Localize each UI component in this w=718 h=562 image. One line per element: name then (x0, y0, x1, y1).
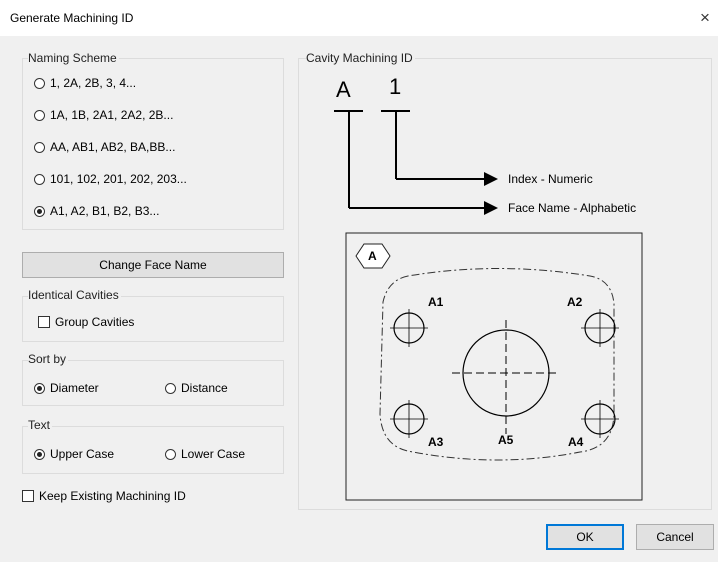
naming-option-3[interactable]: AA, AB1, AB2, BA,BB... (34, 139, 175, 155)
checkbox-icon (38, 316, 50, 328)
face-leader (334, 110, 488, 209)
index-arrow-head (484, 172, 498, 186)
naming-scheme-label: Naming Scheme (28, 51, 119, 65)
index-caption: Index - Numeric (508, 172, 593, 186)
title-bar: Generate Machining ID × (0, 0, 718, 36)
sort-diameter-label: Diameter (50, 381, 99, 395)
lower-case-radio[interactable]: Lower Case (165, 446, 245, 462)
face-caption: Face Name - Alphabetic (508, 201, 636, 215)
part-preview: A A1 A2 A3 A4 A5 (345, 232, 643, 501)
naming-option-2-label: 1A, 1B, 2A1, 2A2, 2B... (50, 108, 174, 122)
radio-icon (34, 173, 45, 185)
naming-option-4-label: 101, 102, 201, 202, 203... (50, 172, 187, 186)
index-digit: 1 (389, 74, 401, 99)
naming-option-1-label: 1, 2A, 2B, 3, 4... (50, 76, 137, 90)
hole-label-a1: A1 (428, 295, 444, 309)
lower-case-label: Lower Case (181, 447, 246, 461)
radio-icon (34, 77, 45, 89)
change-face-name-button[interactable]: Change Face Name (22, 252, 284, 278)
sort-diameter-radio[interactable]: Diameter (34, 380, 99, 396)
naming-option-5[interactable]: A1, A2, B1, B2, B3... (34, 203, 159, 219)
window-title: Generate Machining ID (10, 11, 134, 25)
identical-cavities-label: Identical Cavities (28, 288, 121, 302)
keep-existing-checkbox[interactable]: Keep Existing Machining ID (22, 488, 186, 504)
sort-distance-radio[interactable]: Distance (165, 380, 228, 396)
upper-case-radio[interactable]: Upper Case (34, 446, 114, 462)
naming-option-2[interactable]: 1A, 1B, 2A1, 2A2, 2B... (34, 107, 173, 123)
naming-option-3-label: AA, AB1, AB2, BA,BB... (50, 140, 176, 154)
naming-option-1[interactable]: 1, 2A, 2B, 3, 4... (34, 75, 136, 91)
naming-option-4[interactable]: 101, 102, 201, 202, 203... (34, 171, 187, 187)
group-cavities-checkbox[interactable]: Group Cavities (38, 314, 134, 330)
cavity-id-diagram: A 1 Index - Numeric Face Name - Alphabet… (334, 74, 643, 501)
radio-selected-icon (34, 205, 45, 217)
ok-button[interactable]: OK (546, 524, 624, 550)
radio-icon (34, 109, 45, 121)
group-cavities-label: Group Cavities (55, 315, 135, 329)
upper-case-label: Upper Case (50, 447, 115, 461)
index-leader (381, 110, 488, 180)
face-arrow-head (484, 201, 498, 215)
radio-icon (165, 382, 176, 394)
radio-selected-icon (34, 382, 45, 394)
radio-icon (34, 141, 45, 153)
sort-by-label: Sort by (28, 352, 69, 366)
radio-icon (165, 448, 176, 460)
hole-label-a3: A3 (428, 435, 444, 449)
hole-label-a2: A2 (567, 295, 583, 309)
text-case-label: Text (28, 418, 53, 432)
sort-distance-label: Distance (181, 381, 228, 395)
face-tag-letter: A (368, 249, 377, 263)
checkbox-icon (22, 490, 34, 502)
cancel-button[interactable]: Cancel (636, 524, 714, 550)
radio-selected-icon (34, 448, 45, 460)
keep-existing-label: Keep Existing Machining ID (39, 489, 186, 503)
hole-label-a5: A5 (498, 433, 514, 447)
face-letter: A (336, 77, 351, 102)
naming-option-5-label: A1, A2, B1, B2, B3... (50, 204, 160, 218)
close-icon[interactable]: × (700, 8, 710, 28)
hole-label-a4: A4 (568, 435, 584, 449)
